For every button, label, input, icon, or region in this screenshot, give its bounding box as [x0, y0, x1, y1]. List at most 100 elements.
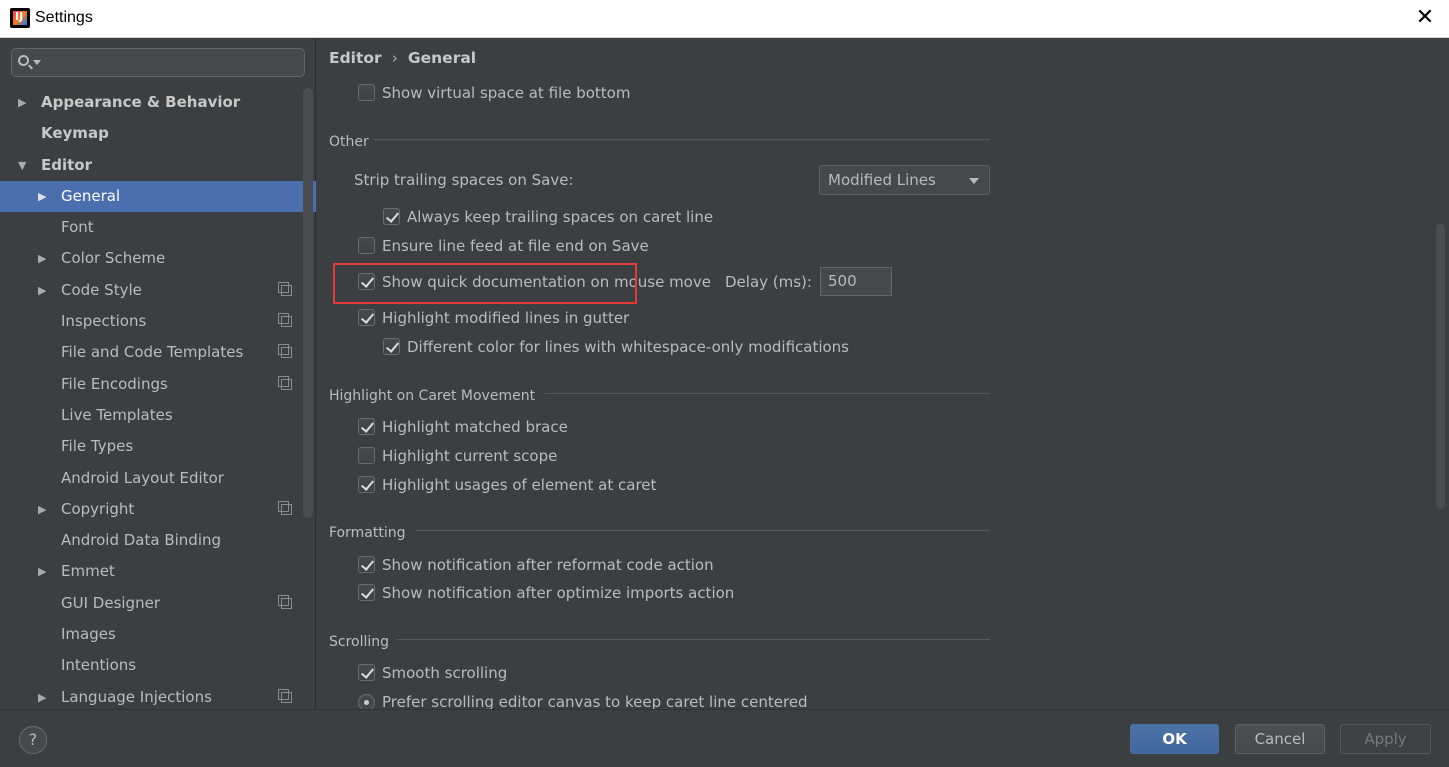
reformat-checkbox[interactable] [358, 556, 375, 573]
sidebar-item-label: Live Templates [61, 405, 173, 424]
highlight-modified-label: Highlight modified lines in gutter [382, 309, 630, 327]
sidebar-item-images[interactable]: Images [0, 619, 316, 650]
prefer-canvas-option[interactable]: Prefer scrolling editor canvas to keep c… [358, 691, 808, 709]
line-feed-option[interactable]: Ensure line feed at file end on Save [358, 235, 649, 257]
close-icon[interactable]: ✕ [1413, 6, 1437, 30]
usages-option[interactable]: Highlight usages of element at caret [358, 474, 656, 496]
sidebar-item-label: Inspections [61, 312, 147, 331]
sidebar-item-file-types[interactable]: File Types [0, 431, 316, 462]
project-scope-icon [278, 313, 292, 328]
sidebar-item-gui-designer[interactable]: GUI Designer [0, 588, 316, 619]
current-scope-checkbox[interactable] [358, 447, 375, 464]
expand-right-icon[interactable]: ▶ [38, 494, 46, 525]
line-feed-label: Ensure line feed at file end on Save [382, 237, 649, 255]
ok-button[interactable]: OK [1130, 724, 1219, 754]
sidebar-item-font[interactable]: Font [0, 212, 316, 243]
delay-input[interactable]: 500 [820, 267, 892, 296]
sidebar-item-label: Android Data Binding [61, 531, 222, 550]
sidebar-item-general[interactable]: ▶ General [0, 180, 316, 213]
expand-right-icon[interactable]: ▶ [38, 556, 46, 587]
expand-right-icon[interactable]: ▶ [38, 275, 46, 306]
sidebar-item-label: Code Style [61, 280, 142, 299]
breadcrumb-separator-icon: › [391, 49, 398, 67]
sidebar-item-copyright[interactable]: ▶ Copyright [0, 494, 316, 525]
intellij-app-icon: IJ [10, 8, 30, 28]
sidebar-item-appearance-behavior[interactable]: ▶ Appearance & Behavior [0, 87, 316, 118]
sidebar-item-inspections[interactable]: Inspections [0, 306, 316, 337]
different-color-checkbox[interactable] [383, 338, 400, 355]
sidebar-item-color-scheme[interactable]: ▶ Color Scheme [0, 243, 316, 274]
optimize-checkbox[interactable] [358, 584, 375, 601]
breadcrumb-current: General [407, 49, 477, 67]
title-bar: IJ Settings ✕ [0, 0, 1449, 38]
sidebar-item-android-data-binding[interactable]: Android Data Binding [0, 525, 316, 556]
current-scope-label: Highlight current scope [382, 447, 558, 465]
chevron-down-icon [969, 178, 979, 184]
sidebar-item-editor[interactable]: ▼ Editor [0, 150, 316, 181]
section-title-other: Other [329, 134, 369, 150]
keep-trailing-option[interactable]: Always keep trailing spaces on caret lin… [383, 206, 713, 228]
search-icon [18, 55, 29, 66]
sidebar-item-label: General [61, 186, 121, 205]
expand-right-icon[interactable]: ▶ [38, 682, 46, 713]
sidebar-item-emmet[interactable]: ▶ Emmet [0, 556, 316, 587]
highlight-modified-checkbox[interactable] [358, 309, 375, 326]
sidebar-item-code-style[interactable]: ▶ Code Style [0, 275, 316, 306]
line-feed-checkbox[interactable] [358, 237, 375, 254]
strip-trailing-label: Strip trailing spaces on Save: [354, 171, 574, 189]
strip-trailing-value: Modified Lines [828, 171, 936, 189]
sidebar-item-live-templates[interactable]: Live Templates [0, 400, 316, 431]
project-scope-icon [278, 281, 292, 296]
sidebar-item-keymap[interactable]: Keymap [0, 118, 316, 149]
expand-right-icon[interactable]: ▶ [38, 243, 46, 274]
dialog-footer: ? OK Cancel Apply [0, 709, 1449, 767]
apply-button[interactable]: Apply [1340, 724, 1431, 754]
usages-checkbox[interactable] [358, 476, 375, 493]
reformat-option[interactable]: Show notification after reformat code ac… [358, 554, 714, 576]
sidebar-item-label: Keymap [41, 124, 109, 143]
project-scope-icon [278, 344, 292, 359]
virtual-space-option[interactable]: Show virtual space at file bottom [358, 82, 630, 104]
quick-doc-checkbox[interactable] [358, 273, 375, 290]
virtual-space-checkbox[interactable] [358, 84, 375, 101]
strip-trailing-dropdown[interactable]: Modified Lines [819, 165, 990, 195]
settings-sidebar: ▶ Appearance & Behavior Keymap ▼ Editor ▶ Gene… [0, 39, 316, 709]
matched-brace-option[interactable]: Highlight matched brace [358, 416, 568, 438]
smooth-scrolling-label: Smooth scrolling [382, 664, 508, 682]
quick-doc-label: Show quick documentation on mouse move [382, 273, 711, 291]
current-scope-option[interactable]: Highlight current scope [358, 445, 557, 467]
sidebar-item-label: Android Layout Editor [61, 468, 224, 487]
expand-right-icon[interactable]: ▶ [38, 181, 46, 212]
section-title-caret: Highlight on Caret Movement [329, 388, 536, 404]
project-scope-icon [278, 594, 292, 609]
search-options-dropdown-icon[interactable] [33, 60, 41, 65]
optimize-option[interactable]: Show notification after optimize imports… [358, 582, 734, 604]
expand-right-icon[interactable]: ▶ [18, 87, 26, 118]
highlight-modified-option[interactable]: Highlight modified lines in gutter [358, 307, 629, 329]
section-divider [545, 393, 990, 394]
virtual-space-label: Show virtual space at file bottom [382, 84, 631, 102]
section-divider [415, 530, 990, 531]
help-button[interactable]: ? [19, 726, 47, 754]
project-scope-icon [278, 688, 292, 703]
optimize-label: Show notification after optimize imports… [382, 584, 735, 602]
sidebar-scrollbar[interactable] [303, 88, 313, 518]
different-color-option[interactable]: Different color for lines with whitespac… [383, 336, 849, 358]
expand-down-icon[interactable]: ▼ [18, 150, 26, 181]
matched-brace-checkbox[interactable] [358, 418, 375, 435]
sidebar-item-file-encodings[interactable]: File Encodings [0, 369, 316, 400]
window-title: Settings [35, 9, 93, 26]
settings-panel: Editor › General Show virtual space at fil… [317, 39, 1449, 709]
quick-doc-option[interactable]: Show quick documentation on mouse move [358, 271, 711, 293]
prefer-canvas-radio[interactable] [358, 694, 375, 709]
smooth-scrolling-checkbox[interactable] [358, 664, 375, 681]
content-scrollbar[interactable] [1436, 224, 1445, 509]
cancel-button[interactable]: Cancel [1235, 724, 1325, 754]
search-input[interactable] [11, 48, 305, 77]
smooth-scrolling-option[interactable]: Smooth scrolling [358, 662, 507, 684]
delay-label: Delay (ms): [725, 273, 812, 291]
sidebar-item-intentions[interactable]: Intentions [0, 650, 316, 681]
sidebar-item-file-and-code-templates[interactable]: File and Code Templates [0, 337, 316, 368]
sidebar-item-android-layout-editor[interactable]: Android Layout Editor [0, 463, 316, 494]
keep-trailing-checkbox[interactable] [383, 208, 400, 225]
